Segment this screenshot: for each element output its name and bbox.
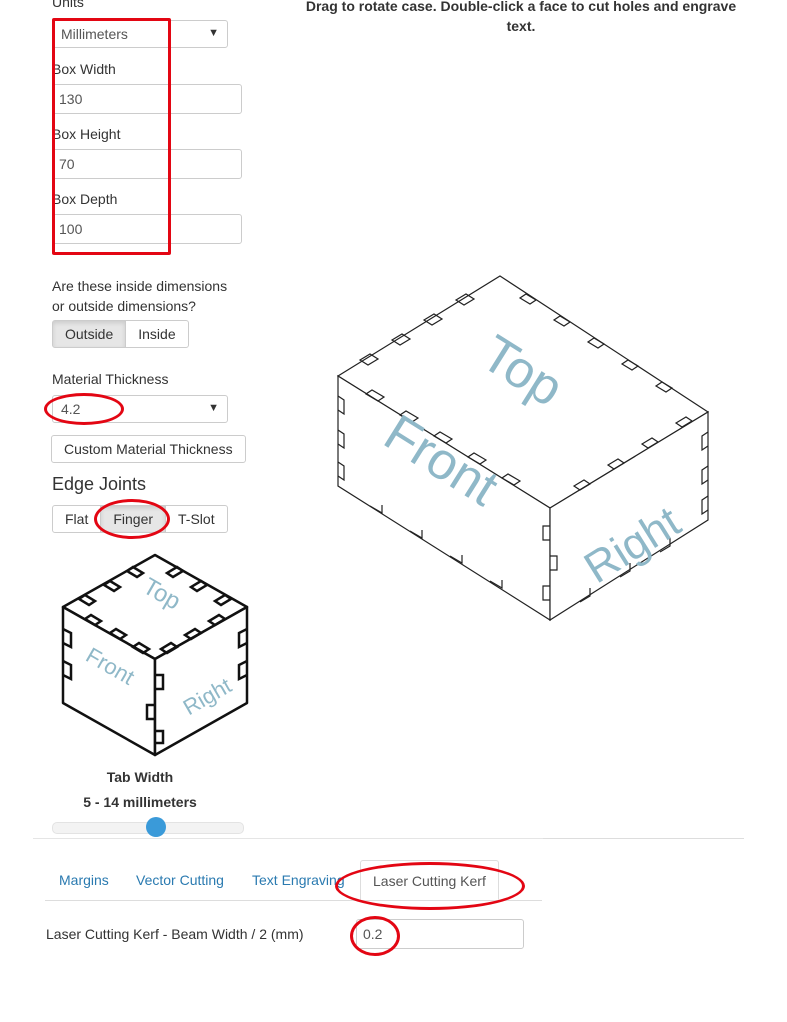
units-label: Units — [52, 0, 84, 10]
tab-width-slider-handle[interactable] — [145, 817, 166, 837]
custom-material-thickness-button[interactable]: Custom Material Thickness — [51, 435, 246, 463]
chevron-down-icon: ▼ — [208, 402, 219, 414]
inside-button[interactable]: Inside — [125, 320, 189, 348]
annotation-ellipse-kerf-tab — [335, 862, 525, 910]
section-divider-right — [543, 838, 744, 839]
outside-button[interactable]: Outside — [52, 320, 127, 348]
instructions-text: Drag to rotate case. Double-click a face… — [305, 0, 737, 34]
tab-width-label: Tab Width — [106, 769, 174, 785]
dimensions-question: Are these inside dimensions or outside d… — [52, 276, 227, 316]
edge-joints-heading: Edge Joints — [52, 474, 147, 494]
tab-vector-cutting[interactable]: Vector Cutting — [124, 860, 236, 900]
chevron-down-icon: ▼ — [208, 27, 219, 39]
annotation-ellipse-thickness — [44, 393, 124, 425]
annotation-ellipse-kerf-value — [350, 916, 400, 956]
kerf-label: Laser Cutting Kerf - Beam Width / 2 (mm) — [46, 926, 304, 942]
dimensions-toggle: Outside Inside — [52, 320, 189, 348]
finger-joint-preview: Top Front Right — [61, 553, 249, 757]
dimensions-question-line1: Are these inside dimensions — [52, 278, 228, 294]
material-thickness-label: Material Thickness — [52, 371, 169, 387]
section-divider — [33, 838, 543, 839]
tab-width-range: 5 - 14 millimeters — [83, 794, 197, 810]
custom-thickness-group: Custom Material Thickness — [51, 435, 246, 463]
annotation-rectangle — [52, 18, 171, 255]
dimensions-question-line2: or outside dimensions? — [52, 298, 196, 314]
tab-margins[interactable]: Margins — [47, 860, 121, 900]
annotation-ellipse-finger — [94, 499, 170, 539]
tslot-joint-button[interactable]: T-Slot — [165, 505, 228, 533]
box-3d-preview[interactable]: Top Front Right — [330, 270, 715, 630]
